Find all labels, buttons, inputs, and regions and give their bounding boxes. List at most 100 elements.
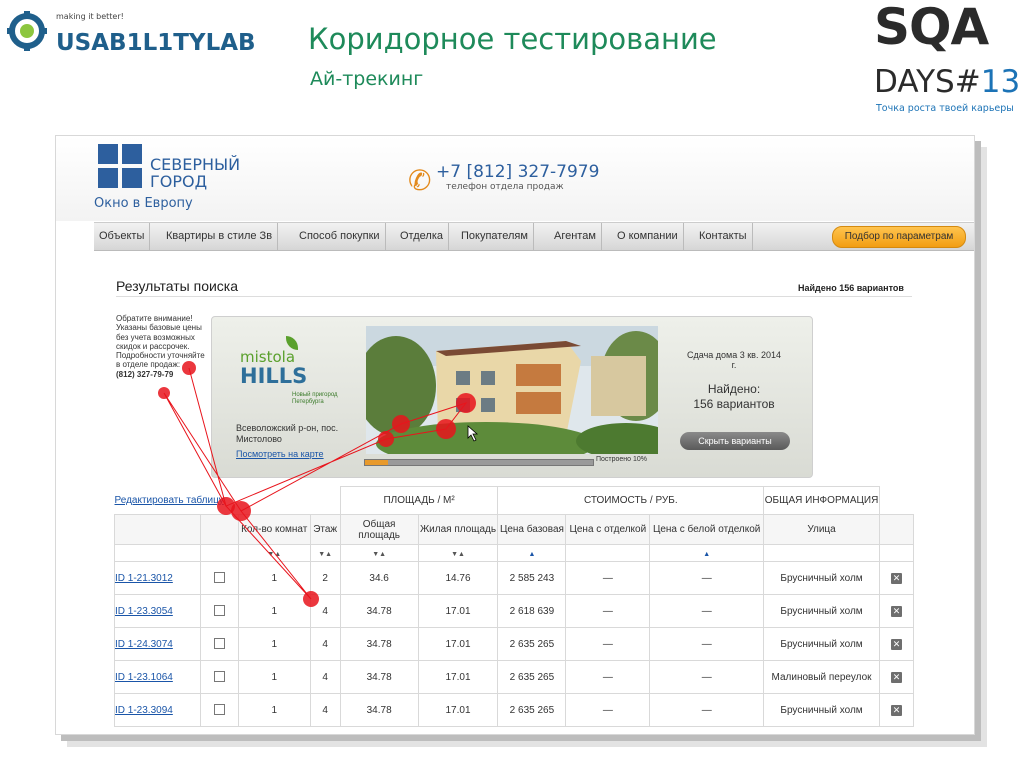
col-rooms: Кол-во комнат [237,514,311,545]
cell-p2: — [565,594,651,628]
slide-subtitle: Ай-трекинг [310,68,424,90]
row-checkbox[interactable] [213,572,225,584]
sqa-tagline: Точка роста твоей карьеры [876,103,1014,114]
cell-price: 2 635 265 [497,660,567,694]
sort-floor[interactable]: ▼▲ [318,551,332,558]
brand-wordmark: USAB1L1TYLAB [56,30,256,56]
cell-total: 34.78 [339,693,419,727]
sqa-logo-line1: SQA [874,0,989,56]
cell-street: Брусничный холм [763,627,880,661]
remove-row-icon[interactable]: ✕ [890,638,902,650]
row-id-link[interactable]: ID 1-21.3012 [115,573,173,584]
cell-total: 34.6 [339,561,419,595]
nav-item-contacts[interactable]: Контакты [694,223,753,250]
construction-progress-label: Построено 10% [596,456,648,463]
sort-rooms[interactable]: ▼▲ [267,551,281,558]
brand-tagline: making it better! [56,12,124,21]
results-table: Редактировать таблицу ПЛОЩАДЬ / М² СТОИМ… [114,486,915,727]
sort-base[interactable]: ▲ [528,551,535,558]
site-logo-name[interactable]: СЕВЕРНЫЙ ГОРОД [150,156,240,190]
col-floor: Этаж [309,514,341,545]
row-checkbox[interactable] [213,605,225,617]
cell-p2: — [565,660,651,694]
nav-item-buyers[interactable]: Покупателям [456,223,534,250]
cell-living: 17.01 [417,693,499,727]
gear-logo-icon [7,11,47,51]
main-nav: Объекты Квартиры в стиле Зв Способ покуп… [94,222,974,251]
cell-living: 17.01 [417,594,499,628]
nav-item-finishing[interactable]: Отделка [395,223,449,250]
col-base: Цена базовая [497,514,567,545]
col-white: Цена с белой отделкой [649,514,765,545]
col-total: Общая площадь [339,514,419,545]
table-row: ID 1-23.1064 1 4 34.78 17.01 2 635 265— — Малин… [114,660,915,694]
col-living: Жилая площадь [417,514,499,545]
table-row: ID 1-23.3054 1 4 34.78 17.01 2 618 639— — Брусн… [114,594,915,628]
phone-number: +7 [812] 327-7979 [436,162,600,182]
cell-rooms: 1 [237,660,311,694]
sort-white[interactable]: ▲ [703,551,710,558]
cell-p2: — [565,561,651,595]
cell-total: 34.78 [339,627,419,661]
cell-p3: — [649,594,765,628]
sort-living[interactable]: ▼▲ [451,551,465,558]
nav-item-agents[interactable]: Агентам [549,223,602,250]
hide-variants-button[interactable]: Скрыть варианты [680,432,790,450]
nav-item-purchase[interactable]: Способ покупки [294,223,386,250]
gaze-fixation [158,387,170,399]
row-id-link[interactable]: ID 1-24.3074 [115,639,173,650]
banner-found: Найдено: 156 вариантов [693,382,775,411]
sqa-logo-line2: DAYS#13 [874,64,1021,100]
table-row: ID 1-24.3074 1 4 34.78 17.01 2 635 265— — Брусн… [114,627,915,661]
cell-street: Брусничный холм [763,594,880,628]
group-cost: СТОИМОСТЬ / РУБ. [497,486,765,515]
usabilitylab-logo: making it better! USAB1L1TYLAB [6,6,266,56]
row-checkbox[interactable] [213,704,225,716]
results-title: Результаты поиска [116,278,239,294]
cell-p3: — [649,693,765,727]
group-area: ПЛОЩАДЬ / М² [339,486,499,515]
edit-table-link[interactable]: Редактировать таблицу [115,495,224,506]
building-photo [366,326,658,454]
slide-title: Коридорное тестирование [308,22,717,56]
nav-item-about[interactable]: О компании [612,223,684,250]
remove-row-icon[interactable]: ✕ [890,605,902,617]
cell-p3: — [649,660,765,694]
cell-total: 34.78 [339,594,419,628]
table-row: ID 1-23.3094 1 4 34.78 17.01 2 635 265— — Брусн… [114,693,915,727]
cell-living: 17.01 [417,660,499,694]
cell-price: 2 618 639 [497,594,567,628]
cell-floor: 4 [309,660,341,694]
filter-button[interactable]: Подбор по параметрам [832,226,966,248]
site-slogan: Окно в Европу [94,196,193,211]
sort-total[interactable]: ▼▲ [372,551,386,558]
project-address: Всеволожский р-он, пос. Мистолово [236,423,339,444]
notice-phone: (812) 327-79-79 [116,369,174,379]
nav-item-apartments[interactable]: Квартиры в стиле Зв [161,223,279,250]
cell-rooms: 1 [237,594,311,628]
row-id-link[interactable]: ID 1-23.3094 [115,705,173,716]
severny-gorod-logo-icon[interactable] [98,144,144,190]
remove-row-icon[interactable]: ✕ [890,671,902,683]
col-street: Улица [763,514,880,545]
cell-floor: 4 [309,627,341,661]
results-count: Найдено 156 вариантов [798,283,904,293]
row-checkbox[interactable] [213,671,225,683]
remove-row-icon[interactable]: ✕ [890,704,902,716]
map-link[interactable]: Посмотреть на карте [236,449,324,459]
cell-street: Брусничный холм [763,561,880,595]
cell-p3: — [649,627,765,661]
row-id-link[interactable]: ID 1-23.1064 [115,672,173,683]
nav-item-objects[interactable]: Объекты [94,223,151,250]
cell-living: 17.01 [417,627,499,661]
row-checkbox[interactable] [213,638,225,650]
cell-p2: — [565,693,651,727]
project-brand-small: Новый пригород Петербурга [292,392,338,405]
price-notice: Обратите внимание! Указаны базовые цены … [116,314,205,379]
cell-street: Малиновый переулок [763,660,880,694]
phone-caption: телефон отдела продаж [446,182,564,192]
remove-row-icon[interactable]: ✕ [890,572,902,584]
cell-total: 34.78 [339,660,419,694]
row-id-link[interactable]: ID 1-23.3054 [115,606,173,617]
cell-price: 2 635 265 [497,693,567,727]
